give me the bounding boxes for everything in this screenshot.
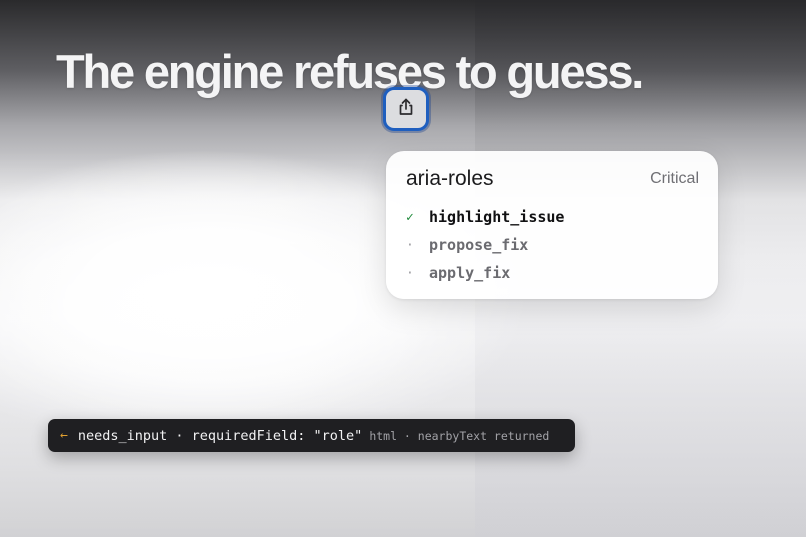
- step-item-highlight-issue: ✓ highlight_issue: [406, 203, 564, 231]
- step-item-apply-fix: · apply_fix: [406, 259, 564, 287]
- bullet-icon: ·: [406, 265, 414, 281]
- step-label: propose_fix: [429, 236, 529, 254]
- share-button[interactable]: [383, 87, 429, 131]
- severity-label: Critical: [650, 170, 699, 187]
- step-label: apply_fix: [429, 264, 511, 282]
- arrow-left-icon: ←: [60, 428, 68, 443]
- bullet-icon: ·: [406, 237, 414, 253]
- issue-card: aria-roles Critical ✓ highlight_issue · …: [386, 151, 718, 299]
- share-icon: [396, 97, 416, 122]
- toast-message: needs_input · requiredField: "role": [77, 427, 363, 444]
- toast-meta: html · nearbyText returned: [369, 428, 550, 443]
- status-toast: ← needs_input · requiredField: "role" ht…: [48, 419, 575, 452]
- step-label: highlight_issue: [429, 208, 565, 226]
- step-list: ✓ highlight_issue · propose_fix · apply_…: [406, 203, 564, 287]
- issue-title: aria-roles: [406, 167, 494, 190]
- headline: The engine refuses to guess.: [56, 45, 644, 98]
- step-item-propose-fix: · propose_fix: [406, 231, 564, 259]
- checkmark-icon: ✓: [406, 209, 414, 225]
